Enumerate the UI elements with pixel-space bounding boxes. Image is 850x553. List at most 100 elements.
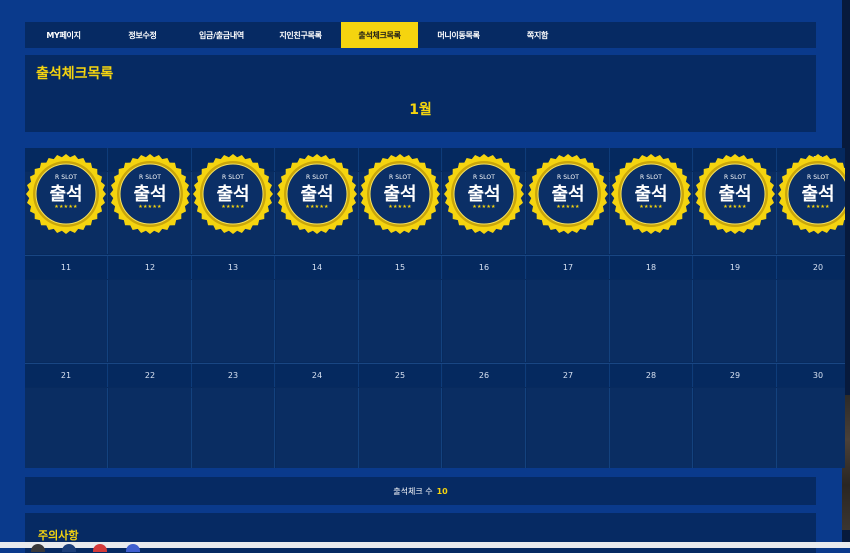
calendar-day-cell (694, 280, 777, 362)
calendar-day-cell (109, 280, 192, 362)
month-label: 1월 (409, 102, 432, 118)
stamp-attendance-text: 출석 (49, 184, 83, 205)
attendance-stamp-badge: R SLOT 출석 ★★★★★ (192, 153, 274, 235)
tab-friend-list[interactable]: 지인친구목록 (262, 22, 339, 48)
attendance-stamp-badge: R SLOT 출석 ★★★★★ (610, 153, 692, 235)
stamp-attendance-text: 출석 (133, 184, 167, 205)
calendar-day-cell: R SLOT 출석 ★★★★★ (777, 154, 845, 254)
attendance-count-panel: 출석체크 수 10 (25, 477, 816, 505)
calendar-day-cell (25, 280, 108, 362)
calendar-day-cell (694, 388, 777, 468)
calendar-day-cell (109, 388, 192, 468)
calendar-day-number: 30 (777, 364, 845, 387)
stamp-stars-icon: ★★★★★ (221, 204, 245, 210)
tab-edit-info[interactable]: 정보수정 (104, 22, 181, 48)
stamp-stars-icon: ★★★★★ (723, 204, 747, 210)
calendar-day-number: 21 (25, 364, 108, 387)
attendance-stamp-badge: R SLOT 출석 ★★★★★ (527, 153, 609, 235)
calendar-day-cell: R SLOT 출석 ★★★★★ (192, 154, 275, 254)
stamp-stars-icon: ★★★★★ (639, 204, 663, 210)
stamp-attendance-text: 출석 (467, 184, 501, 205)
calendar-day-number: 22 (109, 364, 192, 387)
stamp-stars-icon: ★★★★★ (556, 204, 580, 210)
calendar-day-number: 13 (192, 256, 275, 279)
calendar-day-number: 11 (25, 256, 108, 279)
calendar-day-cell: R SLOT 출석 ★★★★★ (527, 154, 610, 254)
attendance-stamp-badge: R SLOT 출석 ★★★★★ (25, 153, 107, 235)
calendar-row-divider (25, 363, 845, 364)
attendance-stamp-badge: R SLOT 출석 ★★★★★ (276, 153, 358, 235)
calendar-day-number: 25 (359, 364, 442, 387)
calendar-day-cell (192, 280, 275, 362)
calendar-day-cell: R SLOT 출석 ★★★★★ (610, 154, 693, 254)
calendar-day-cell (276, 280, 359, 362)
stamp-attendance-text: 출석 (300, 184, 334, 205)
calendar-day-cell: R SLOT 출석 ★★★★★ (276, 154, 359, 254)
calendar-day-cell (359, 388, 442, 468)
stamp-stars-icon: ★★★★★ (138, 204, 162, 210)
attendance-count-label: 출석체크 수 (393, 486, 433, 496)
attendance-header-panel: 출석체크목록 1월 (25, 55, 816, 132)
attendance-stamp-badge: R SLOT 출석 ★★★★★ (443, 153, 525, 235)
stamp-stars-icon: ★★★★★ (54, 204, 78, 210)
calendar-day-number: 17 (527, 256, 610, 279)
stamp-stars-icon: ★★★★★ (472, 204, 496, 210)
taskbar-app-icon[interactable] (126, 544, 140, 552)
stamp-attendance-text: 출석 (216, 184, 250, 205)
calendar-week-row: 21 22 23 24 25 26 27 28 29 30 (25, 364, 845, 468)
calendar-day-number: 12 (109, 256, 192, 279)
calendar-day-cell (192, 388, 275, 468)
calendar-day-number: 29 (694, 364, 777, 387)
calendar-day-cell (443, 280, 526, 362)
calendar-row-divider (25, 255, 845, 256)
taskbar-app-icon[interactable] (31, 544, 45, 552)
calendar-day-cell: R SLOT 출석 ★★★★★ (359, 154, 442, 254)
calendar-day-number: 27 (527, 364, 610, 387)
attendance-calendar: 1R SLOT출석★★★★★2R SLOT출석★★★★★3R SLOT출석★★★… (25, 148, 845, 468)
calendar-day-cell (777, 280, 845, 362)
taskbar-app-icon[interactable] (93, 544, 107, 552)
tab-mypage[interactable]: MY페이지 (25, 22, 102, 48)
attendance-stamp-badge: R SLOT 출석 ★★★★★ (359, 153, 441, 235)
calendar-day-cell (359, 280, 442, 362)
stamp-attendance-text: 출석 (383, 184, 417, 205)
stamp-attendance-text: 출석 (551, 184, 585, 205)
calendar-day-number: 18 (610, 256, 693, 279)
stamp-attendance-text: 출석 (801, 184, 835, 205)
attendance-stamp-badge: R SLOT 출석 ★★★★★ (777, 153, 845, 235)
calendar-day-cell (610, 280, 693, 362)
calendar-day-number: 26 (443, 364, 526, 387)
calendar-week-row: 1R SLOT출석★★★★★2R SLOT출석★★★★★3R SLOT출석★★★… (25, 148, 845, 254)
tab-attendance-list[interactable]: 출석체크목록 (341, 22, 418, 48)
attendance-stamp-badge: R SLOT 출석 ★★★★★ (109, 153, 191, 235)
calendar-day-cell (527, 280, 610, 362)
attendance-stamp-badge: R SLOT 출석 ★★★★★ (694, 153, 776, 235)
calendar-week-row: 11 12 13 14 15 16 17 18 19 20 (25, 256, 845, 362)
calendar-day-cell (25, 388, 108, 468)
calendar-day-cell (777, 388, 845, 468)
taskbar-app-icon[interactable] (62, 544, 76, 552)
calendar-day-number: 20 (777, 256, 845, 279)
attendance-count-value: 10 (436, 486, 448, 496)
calendar-day-number: 16 (443, 256, 526, 279)
mypage-tab-nav: MY페이지 정보수정 입금/출금내역 지인친구목록 출석체크목록 머니이동목록 … (25, 22, 816, 48)
calendar-day-cell (276, 388, 359, 468)
stamp-attendance-text: 출석 (718, 184, 752, 205)
calendar-day-cell (610, 388, 693, 468)
stamp-attendance-text: 출석 (634, 184, 668, 205)
tab-message-box[interactable]: 쪽지함 (499, 22, 576, 48)
calendar-day-number: 24 (276, 364, 359, 387)
stamp-stars-icon: ★★★★★ (305, 204, 329, 210)
calendar-day-number: 23 (192, 364, 275, 387)
calendar-day-number: 15 (359, 256, 442, 279)
tab-deposit-withdraw-history[interactable]: 입금/출금내역 (183, 22, 260, 48)
calendar-day-cell (527, 388, 610, 468)
calendar-day-cell: R SLOT 출석 ★★★★★ (25, 154, 108, 254)
page-title: 출석체크목록 (36, 66, 114, 82)
calendar-day-number: 14 (276, 256, 359, 279)
calendar-day-number: 19 (694, 256, 777, 279)
tab-money-transfer-list[interactable]: 머니이동목록 (420, 22, 497, 48)
calendar-day-cell: R SLOT 출석 ★★★★★ (694, 154, 777, 254)
notice-title: 주의사항 (38, 529, 79, 542)
calendar-day-cell (443, 388, 526, 468)
